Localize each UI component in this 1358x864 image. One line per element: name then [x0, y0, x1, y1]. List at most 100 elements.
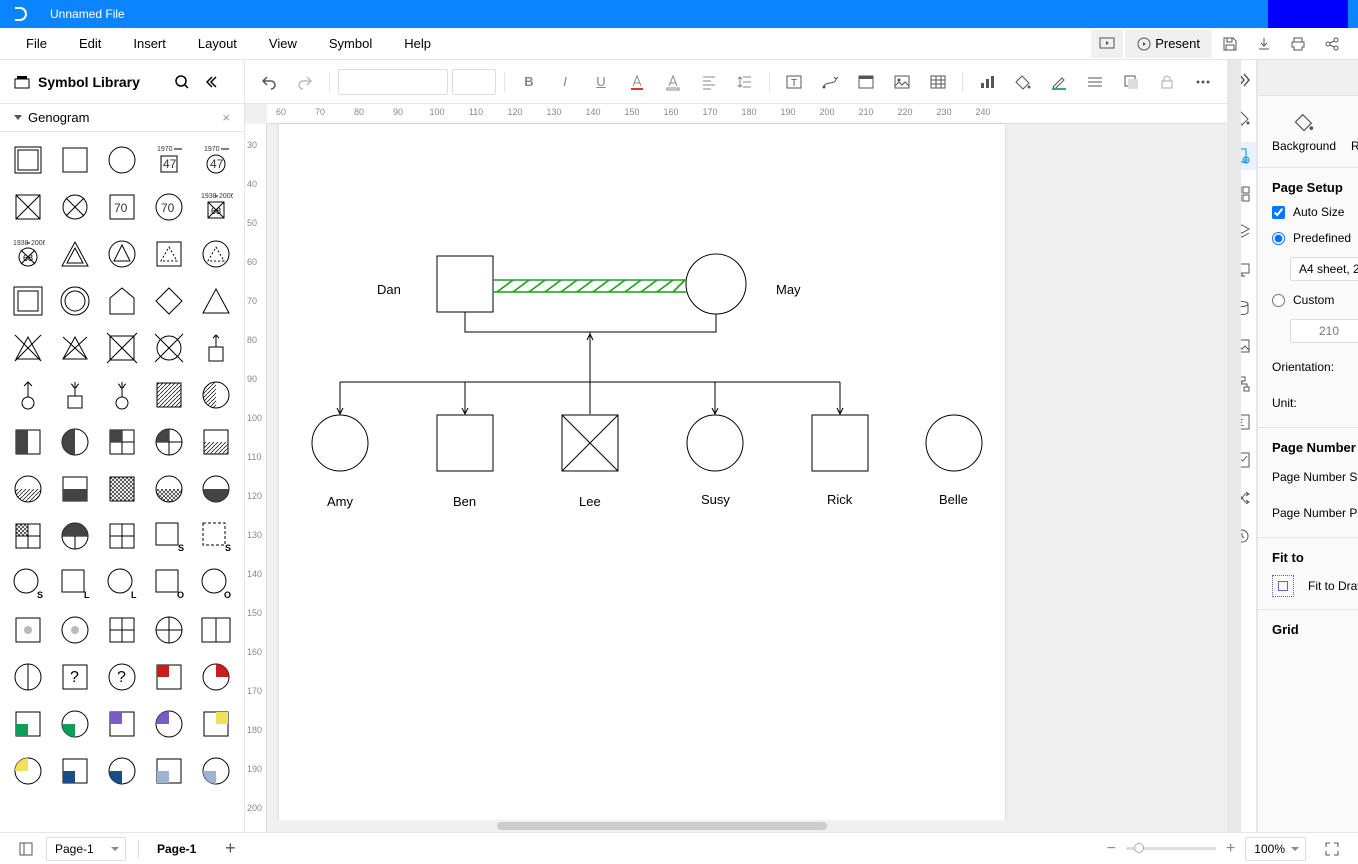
redo-icon[interactable] [289, 68, 321, 96]
symbol-circle-ltblue-q[interactable] [196, 751, 236, 791]
download-icon[interactable] [1248, 30, 1280, 58]
symbol-circle-dot[interactable] [55, 610, 95, 650]
container-icon[interactable] [850, 68, 882, 96]
menu-symbol[interactable]: Symbol [313, 36, 388, 51]
align-icon[interactable] [693, 68, 725, 96]
symbol-square-red-tl[interactable] [149, 657, 189, 697]
symbol-abortion-triangle[interactable] [8, 328, 48, 368]
symbol-house[interactable] [102, 281, 142, 321]
symbol-circle-q[interactable]: ? [102, 657, 142, 697]
bold-icon[interactable]: B [513, 68, 545, 96]
present-button[interactable]: Present [1125, 30, 1212, 58]
canvas[interactable]: 6070809010011012013014015016017018019020… [245, 104, 1227, 832]
symbol-male-deceased-68[interactable]: 1938200668 [196, 187, 236, 227]
symbol-square-dot[interactable] [8, 610, 48, 650]
symbol-triangle-x2[interactable] [55, 328, 95, 368]
menu-edit[interactable]: Edit [63, 36, 117, 51]
label-belle[interactable]: Belle [939, 492, 968, 507]
symbol-circle-purple-q[interactable] [149, 704, 189, 744]
italic-icon[interactable]: I [549, 68, 581, 96]
share-icon[interactable] [1316, 30, 1348, 58]
symbol-miscarriage-triangle[interactable] [55, 234, 95, 274]
highlight-icon[interactable] [657, 68, 689, 96]
collapse-panel-icon[interactable] [198, 68, 230, 96]
symbol-dashed-square-s[interactable]: S [196, 516, 236, 556]
symbol-square-yellow-tr[interactable] [196, 704, 236, 744]
symbol-female-70[interactable]: 70 [149, 187, 189, 227]
symbol-square-x2[interactable] [102, 328, 142, 368]
symbol-square-quad-tl[interactable] [102, 422, 142, 462]
symbol-square-half-h[interactable] [55, 469, 95, 509]
symbol-circle-quad[interactable] [149, 610, 189, 650]
chart-icon[interactable] [971, 68, 1003, 96]
line-color-icon[interactable] [1043, 68, 1075, 96]
save-icon[interactable] [1214, 30, 1246, 58]
label-amy[interactable]: Amy [327, 494, 353, 509]
drawing-page[interactable]: Dan May Amy Ben Lee Susy Rick Belle [279, 124, 1005, 822]
symbol-square-hatched[interactable] [149, 375, 189, 415]
slideshow-icon[interactable] [1091, 30, 1123, 58]
symbol-male-deceased[interactable] [8, 187, 48, 227]
symbol-circle-dashed-tri[interactable] [196, 234, 236, 274]
symbol-square-half-h-hatch[interactable] [196, 422, 236, 462]
symbol-square-o[interactable]: O [149, 563, 189, 603]
symbol-circle-o[interactable]: O [196, 563, 236, 603]
symbol-square-quad[interactable] [102, 610, 142, 650]
search-icon[interactable] [166, 68, 198, 96]
fill-icon[interactable] [1007, 68, 1039, 96]
menu-view[interactable]: View [253, 36, 313, 51]
zoom-out-icon[interactable]: − [1107, 840, 1116, 858]
zoom-slider[interactable] [1126, 847, 1216, 850]
symbol-circle-quad-tl[interactable] [149, 422, 189, 462]
image-icon[interactable] [886, 68, 918, 96]
menu-file[interactable]: File [10, 36, 63, 51]
symbol-male-70[interactable]: 70 [102, 187, 142, 227]
symbol-square-q[interactable]: ? [55, 657, 95, 697]
symbol-square-s[interactable]: S [149, 516, 189, 556]
label-rick[interactable]: Rick [827, 492, 852, 507]
symbol-female-deceased-68[interactable]: 1938200668 [8, 234, 48, 274]
symbol-circle-half-crosshatch[interactable] [149, 469, 189, 509]
symbol-square-purple-tl[interactable] [102, 704, 142, 744]
pages-list-icon[interactable] [10, 835, 42, 863]
undo-icon[interactable] [253, 68, 285, 96]
close-icon[interactable]: × [222, 110, 230, 125]
symbol-rect-split[interactable] [196, 610, 236, 650]
symbol-circle-stem2[interactable] [102, 375, 142, 415]
symbol-circle-half-hatched[interactable] [196, 375, 236, 415]
symbol-circle-l[interactable]: L [102, 563, 142, 603]
label-susy[interactable]: Susy [701, 492, 730, 507]
label-dan[interactable]: Dan [377, 282, 401, 297]
symbol-square-green-bl[interactable] [8, 704, 48, 744]
symbol-male[interactable] [55, 140, 95, 180]
symbol-female-age-year[interactable]: 197047 [196, 140, 236, 180]
symbol-circle-inner-tri[interactable] [102, 234, 142, 274]
background-button[interactable]: Background [1264, 111, 1344, 153]
auto-size-checkbox[interactable] [1272, 206, 1285, 219]
symbol-circle-s[interactable]: S [8, 563, 48, 603]
category-genogram[interactable]: Genogram × [0, 104, 244, 132]
predefined-size-select[interactable]: A4 sheet, 210mm x 297 mm [1290, 257, 1358, 281]
symbol-square-ltblue-br[interactable] [149, 751, 189, 791]
page-selector[interactable]: Page-1 [46, 837, 126, 861]
more-icon[interactable] [1187, 68, 1219, 96]
zoom-value[interactable]: 100% [1245, 837, 1306, 861]
menu-layout[interactable]: Layout [182, 36, 253, 51]
tab-page1[interactable]: Page-1 [145, 838, 208, 860]
symbol-circle-half-h-hatch[interactable] [8, 469, 48, 509]
predefined-radio[interactable] [1272, 232, 1285, 245]
symbol-circle-half-h-fill[interactable] [196, 469, 236, 509]
line-spacing-icon[interactable] [729, 68, 761, 96]
line-style-icon[interactable] [1079, 68, 1111, 96]
symbol-square-stem2[interactable] [55, 375, 95, 415]
fullscreen-icon[interactable] [1316, 835, 1348, 863]
symbol-circle-green-q[interactable] [55, 704, 95, 744]
symbol-circle-half-v2[interactable] [8, 657, 48, 697]
font-size-select[interactable] [452, 69, 496, 95]
symbol-square-quad-tl-cross[interactable] [8, 516, 48, 556]
symbol-square-crosshatch[interactable] [102, 469, 142, 509]
remove-background-button[interactable]: Remove B... [1344, 111, 1358, 153]
symbol-circle-blue-q[interactable] [102, 751, 142, 791]
lock-icon[interactable] [1151, 68, 1183, 96]
label-lee[interactable]: Lee [579, 494, 601, 509]
